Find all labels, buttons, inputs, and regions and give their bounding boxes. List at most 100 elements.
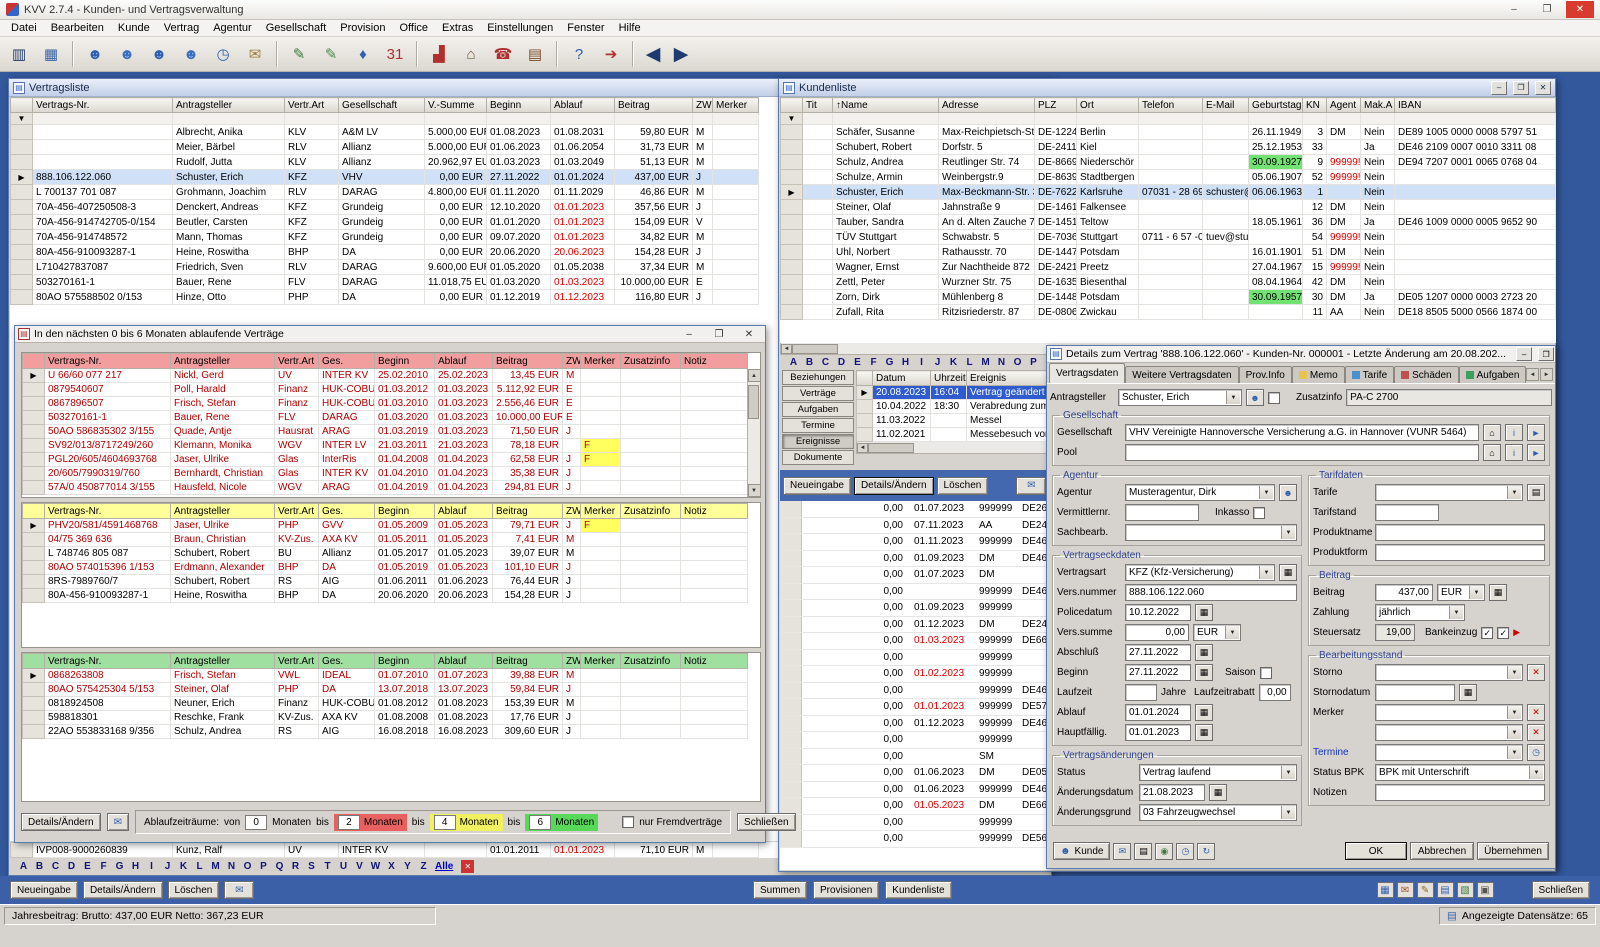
termine-label[interactable]: Termine: [1313, 747, 1371, 758]
menu-datei[interactable]: Datei: [4, 21, 44, 35]
steuersatz-field[interactable]: 19,00: [1375, 624, 1415, 641]
column-header[interactable]: Notiz: [681, 654, 748, 669]
clear-icon[interactable]: ✕: [1527, 704, 1545, 721]
statusbpk-combo[interactable]: BPK mit Unterschrift: [1375, 764, 1545, 781]
alpha-h[interactable]: H: [128, 861, 143, 872]
alpha-l[interactable]: L: [962, 357, 977, 368]
column-header[interactable]: Adresse: [939, 98, 1035, 113]
column-header[interactable]: Ges.: [319, 504, 375, 519]
table-icon[interactable]: ▦: [36, 40, 66, 68]
tab-weitere-vertragsdaten[interactable]: Weitere Vertragsdaten: [1125, 366, 1238, 383]
calendar-icon[interactable]: ▦: [1195, 664, 1213, 681]
zusatzinfo-field[interactable]: PA-C 2700: [1346, 389, 1552, 406]
table-row[interactable]: 11.03.2022Messel: [857, 414, 1048, 428]
contract-edit-icon[interactable]: ✎: [316, 40, 346, 68]
refresh-icon[interactable]: ↻: [1197, 843, 1215, 860]
table-row[interactable]: 20/605/7990319/760Bernhardt, ChristianGl…: [23, 467, 748, 481]
status-combo[interactable]: Vertrag laufend: [1139, 764, 1297, 781]
sachbearb-combo[interactable]: [1125, 524, 1297, 541]
table-row[interactable]: Zettl, PeterWurzner Str. 75DE-16359Biese…: [781, 275, 1556, 290]
alpha-p[interactable]: P: [1026, 357, 1041, 368]
alpha-b[interactable]: B: [802, 357, 817, 368]
column-header[interactable]: ZW: [563, 654, 581, 669]
table-row[interactable]: 8RS-7989760/7Schubert, RobertRSAIG01.06.…: [23, 575, 748, 589]
notizen-field[interactable]: [1375, 784, 1545, 801]
uebernehmen-button[interactable]: Übernehmen: [1477, 842, 1549, 860]
table-row[interactable]: 503270161-1Bauer, ReneFLVDARAG01.03.2020…: [23, 411, 748, 425]
column-header[interactable]: Notiz: [681, 504, 748, 519]
column-header[interactable]: Ablauf: [435, 354, 493, 369]
table-row[interactable]: ▼: [781, 113, 1556, 125]
column-header[interactable]: Beginn: [375, 654, 435, 669]
column-header[interactable]: Vertrags-Nr.: [45, 654, 171, 669]
documents-icon[interactable]: ▤: [1134, 843, 1152, 860]
maximize-icon[interactable]: ❐: [706, 327, 732, 342]
vermittlernr-field[interactable]: [1125, 504, 1199, 521]
alpha-y[interactable]: Y: [400, 861, 415, 872]
bankeinzug-checkbox[interactable]: ✓: [1481, 627, 1493, 639]
alpha-a[interactable]: A: [16, 861, 31, 872]
kundenliste-button[interactable]: Kundenliste: [885, 881, 951, 899]
summen-button[interactable]: Summen: [753, 881, 807, 899]
table-row[interactable]: 598818301Reschke, FrankKV-Zus.AXA KV01.0…: [23, 711, 748, 725]
mail-icon[interactable]: ✉: [224, 881, 254, 899]
column-header[interactable]: Ablauf: [551, 98, 615, 113]
tab-vertragsdaten[interactable]: Vertragsdaten: [1049, 363, 1125, 383]
alpha-i[interactable]: I: [914, 357, 929, 368]
column-header[interactable]: Notiz: [681, 354, 748, 369]
inkasso-checkbox[interactable]: [1253, 507, 1265, 519]
alpha-m[interactable]: M: [978, 357, 993, 368]
minimize-icon[interactable]: –: [676, 327, 702, 342]
alpha-e[interactable]: E: [80, 861, 95, 872]
alpha-g[interactable]: G: [112, 861, 127, 872]
alpha-j[interactable]: J: [160, 861, 175, 872]
alpha-u[interactable]: U: [336, 861, 351, 872]
column-header[interactable]: ZW: [693, 98, 713, 113]
column-header[interactable]: KN: [1303, 98, 1327, 113]
alpha-h[interactable]: H: [898, 357, 913, 368]
details-aendern-button[interactable]: Details/Ändern: [83, 881, 163, 899]
alpha-b[interactable]: B: [32, 861, 47, 872]
scroll-left-icon[interactable]: ◄: [857, 443, 868, 453]
relation-beziehungen[interactable]: Beziehungen: [782, 370, 854, 385]
relation-termine[interactable]: Termine: [782, 418, 854, 433]
customer-delete-icon[interactable]: ☻: [144, 40, 174, 68]
table-row[interactable]: Schulz, AndreaReutlinger Str. 74DE-86694…: [781, 155, 1556, 170]
tab-scroll-left-icon[interactable]: ◄: [1526, 368, 1539, 381]
column-header[interactable]: Vertr.Art: [285, 98, 339, 113]
maximize-icon[interactable]: ❐: [1533, 1, 1561, 18]
table-row[interactable]: L 748746 805 087Schubert, RobertBUAllian…: [23, 547, 748, 561]
table-row[interactable]: Wagner, ErnstZur Nachtheide 872DE-24211P…: [781, 260, 1556, 275]
column-header[interactable]: Ges.: [319, 654, 375, 669]
alpha-s[interactable]: S: [304, 861, 319, 872]
table-row[interactable]: 11.02.2021Messebesuch vorbe: [857, 428, 1048, 442]
hauptfaellig-field[interactable]: 01.01.2023: [1125, 724, 1191, 741]
alpha-o[interactable]: O: [240, 861, 255, 872]
alpha-a[interactable]: A: [786, 357, 801, 368]
column-header[interactable]: ZW: [563, 504, 581, 519]
history-icon[interactable]: ◷: [1176, 843, 1194, 860]
company-icon[interactable]: ⌂: [1483, 424, 1501, 441]
goto-icon[interactable]: ►: [1527, 424, 1545, 441]
alpha-w[interactable]: W: [368, 861, 383, 872]
alpha-d[interactable]: D: [834, 357, 849, 368]
monate-von-input[interactable]: 0: [245, 815, 267, 830]
table-row[interactable]: SV92/013/8717249/260Klemann, MonikaWGVIN…: [23, 439, 748, 453]
column-header[interactable]: Beginn: [375, 354, 435, 369]
alpha-c[interactable]: C: [818, 357, 833, 368]
gesellschaft-field[interactable]: VHV Vereinigte Hannoversche Versicherung…: [1125, 424, 1479, 441]
relation-ereignisse[interactable]: Ereignisse: [782, 434, 854, 449]
customer-edit-icon[interactable]: ☻: [112, 40, 142, 68]
alpha-d[interactable]: D: [64, 861, 79, 872]
table-row[interactable]: ▶0868263808Frisch, StefanVWLIDEAL01.07.2…: [23, 669, 748, 683]
column-header[interactable]: [11, 98, 33, 113]
relation-aufgaben[interactable]: Aufgaben: [782, 402, 854, 417]
edit-icon[interactable]: ✎: [1417, 882, 1434, 898]
table-row[interactable]: Schubert, RobertDorfstr. 5DE-24113Kiel25…: [781, 140, 1556, 155]
column-header[interactable]: Vertr.Art: [275, 354, 319, 369]
column-header[interactable]: [857, 371, 873, 386]
laufzeitrabatt-field[interactable]: 0,00: [1259, 684, 1291, 701]
clock-icon[interactable]: ◷: [208, 40, 238, 68]
minimize-icon[interactable]: –: [1516, 347, 1532, 361]
close-icon[interactable]: ✕: [736, 327, 762, 342]
